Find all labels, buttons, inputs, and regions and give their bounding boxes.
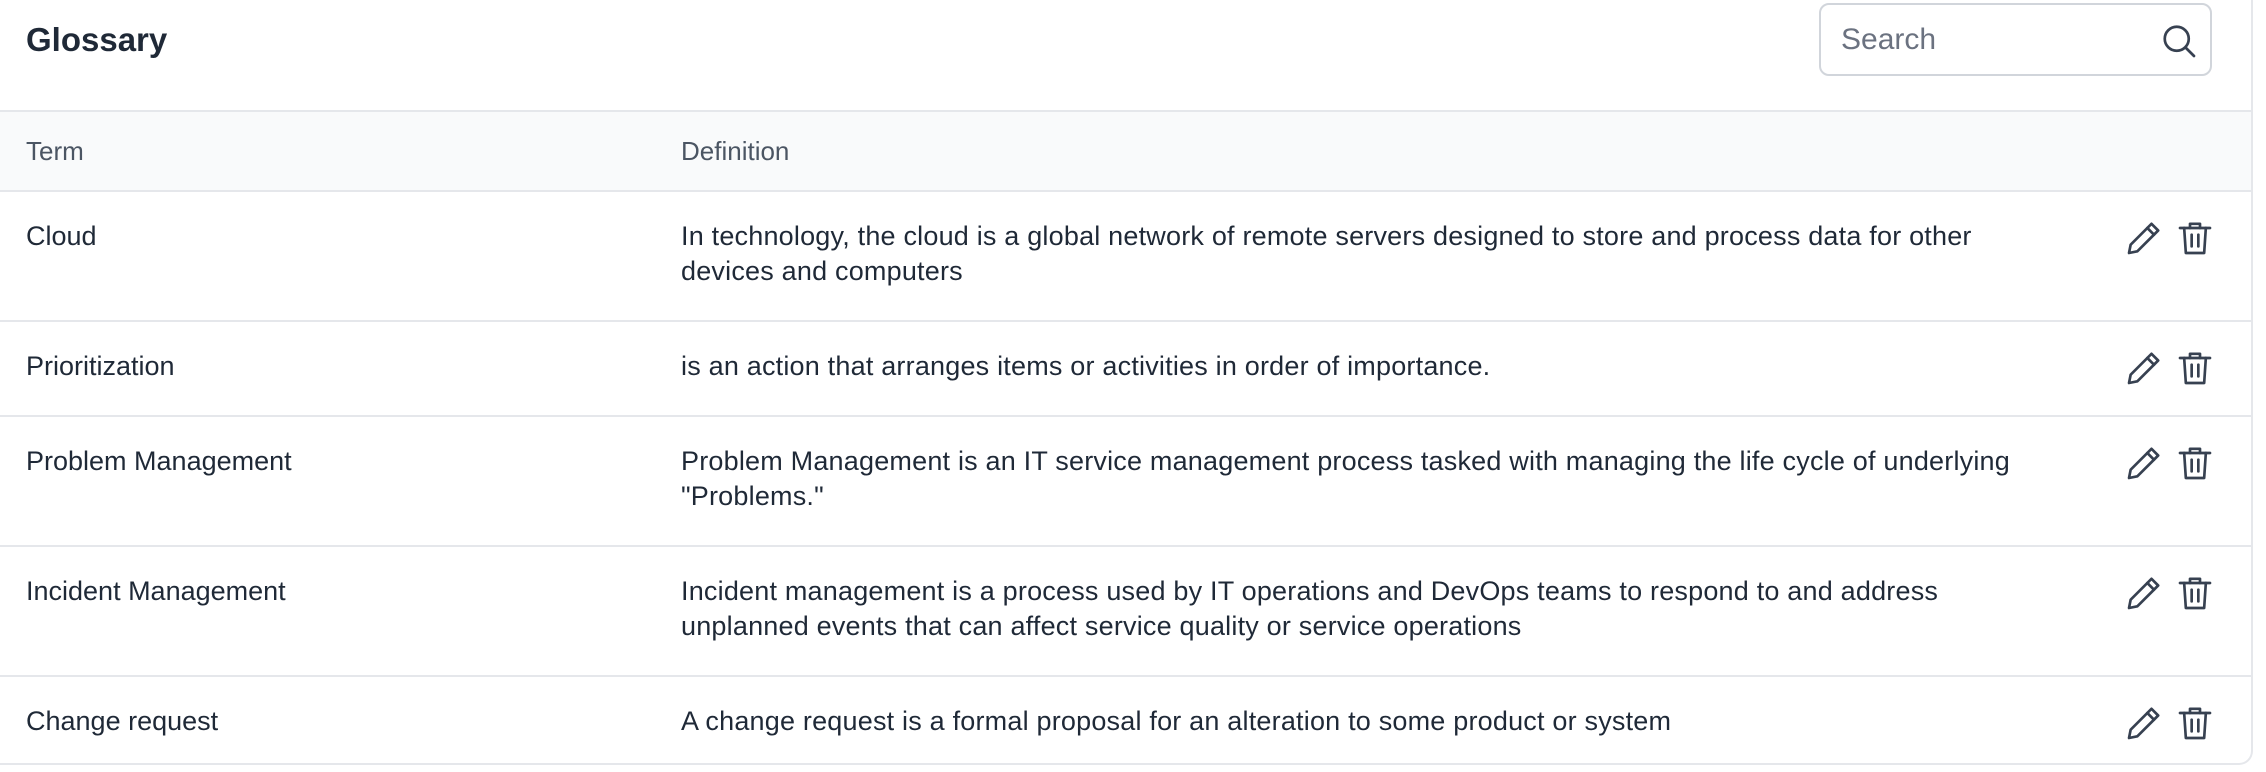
delete-button[interactable] [2175, 348, 2215, 388]
delete-button[interactable] [2175, 573, 2215, 613]
edit-button[interactable] [2124, 218, 2164, 258]
glossary-page: Glossary Term Definition Cloud In technol… [0, 0, 2266, 772]
table-row: Change request A change request is a form… [0, 677, 2251, 763]
term-cell: Prioritization [26, 351, 175, 381]
table-row: Cloud In technology, the cloud is a globa… [0, 192, 2251, 322]
delete-button[interactable] [2175, 443, 2215, 483]
edit-button[interactable] [2124, 573, 2164, 613]
edit-button[interactable] [2124, 443, 2164, 483]
pencil-icon [2127, 222, 2160, 255]
table-row: Incident Management Incident management i… [0, 547, 2251, 677]
definition-cell: Problem Management is an IT service mana… [681, 446, 2010, 511]
definition-cell: Incident management is a process used by… [681, 576, 1939, 641]
page-title: Glossary [26, 21, 168, 58]
delete-button[interactable] [2175, 703, 2215, 743]
edit-button[interactable] [2124, 348, 2164, 388]
trash-icon [2178, 577, 2212, 610]
pencil-icon [2127, 707, 2160, 740]
delete-button[interactable] [2175, 218, 2215, 258]
trash-icon [2178, 707, 2212, 740]
column-header-definition: Definition [681, 136, 790, 166]
search-input[interactable] [1841, 5, 2141, 74]
term-cell: Problem Management [26, 446, 292, 476]
trash-icon [2178, 222, 2212, 255]
glossary-panel: Glossary Term Definition Cloud In technol… [0, 0, 2253, 765]
definition-cell: In technology, the cloud is a global net… [681, 221, 1972, 286]
pencil-icon [2127, 577, 2160, 610]
term-cell: Cloud [26, 221, 97, 251]
definition-cell: is an action that arranges items or acti… [681, 351, 1491, 381]
trash-icon [2178, 447, 2212, 480]
pencil-icon [2127, 447, 2160, 480]
pencil-icon [2127, 352, 2160, 385]
table-row: Problem Management Problem Management is … [0, 417, 2251, 547]
table-row: Prioritization is an action that arranges… [0, 322, 2251, 417]
table-header: Term Definition [0, 112, 2251, 192]
column-header-term: Term [26, 136, 84, 166]
definition-cell: A change request is a formal proposal fo… [681, 706, 1672, 736]
search-box[interactable] [1819, 3, 2212, 76]
glossary-header: Glossary [0, 0, 2251, 112]
trash-icon [2178, 352, 2212, 385]
term-cell: Incident Management [26, 576, 286, 606]
search-icon[interactable] [2161, 23, 2197, 59]
edit-button[interactable] [2124, 703, 2164, 743]
term-cell: Change request [26, 706, 219, 736]
